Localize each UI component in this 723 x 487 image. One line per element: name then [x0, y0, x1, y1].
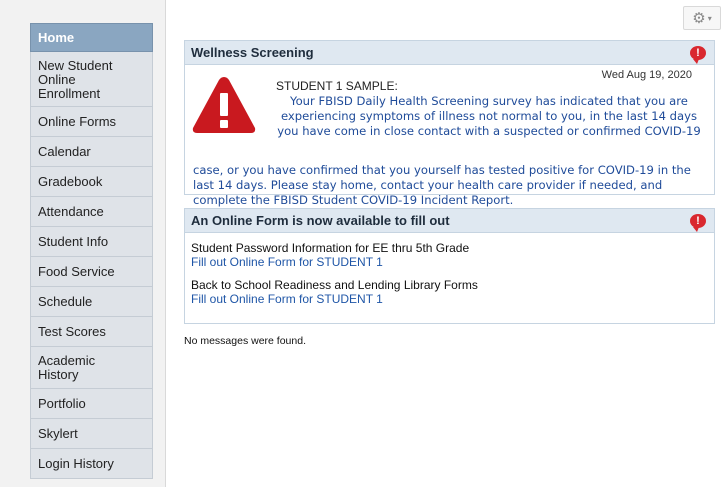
empty-messages-text: No messages were found. [184, 335, 306, 347]
sidebar-item-label: Schedule [38, 293, 93, 309]
message-line: experiencing symptoms of illness not nor… [280, 109, 698, 123]
sidebar-item-label: Portfolio [38, 395, 86, 411]
panel-body: Wed Aug 19, 2020 STUDENT 1 SAMPLE: Your … [185, 65, 714, 207]
sidebar-item-academic-history[interactable]: Academic History [30, 347, 153, 389]
sidebar-item-home[interactable]: Home [30, 23, 153, 52]
settings-menu-button[interactable]: ⚙ ▾ [683, 6, 721, 30]
panel-title: Wellness Screening [191, 45, 314, 60]
fill-out-form-link[interactable]: Fill out Online Form for STUDENT 1 [191, 255, 708, 269]
sidebar-item-skylert[interactable]: Skylert [30, 419, 153, 449]
sidebar-item-login-history[interactable]: Login History [30, 449, 153, 479]
sidebar-item-label: Student Info [38, 233, 109, 249]
sidebar-item-student-info[interactable]: Student Info [30, 227, 153, 257]
sidebar-item-schedule[interactable]: Schedule [30, 287, 153, 317]
panel-header: Wellness Screening ! [185, 41, 714, 65]
sidebar-item-label: Login History [38, 455, 114, 471]
alert-icon: ! [690, 45, 706, 64]
panel-title: An Online Form is now available to fill … [191, 213, 450, 228]
sidebar-item-label: New Student Online Enrollment [38, 58, 113, 101]
list-item: Student Password Information for EE thru… [191, 241, 708, 269]
fill-out-form-link[interactable]: Fill out Online Form for STUDENT 1 [191, 292, 708, 306]
sidebar-item-label: Gradebook [38, 173, 103, 189]
sidebar-item-food-service[interactable]: Food Service [30, 257, 153, 287]
sidebar-nav: Home New Student Online Enrollment Onlin… [30, 23, 153, 479]
sidebar-item-portfolio[interactable]: Portfolio [30, 389, 153, 419]
message-date: Wed Aug 19, 2020 [601, 69, 692, 81]
chevron-down-icon: ▾ [707, 13, 712, 23]
sidebar: Home New Student Online Enrollment Onlin… [0, 0, 166, 487]
gear-icon: ⚙ [692, 10, 706, 27]
alert-icon: ! [690, 213, 706, 232]
form-title: Back to School Readiness and Lending Lib… [191, 278, 478, 292]
message-line: Your FBISD Daily Health Screening survey… [290, 94, 688, 108]
student-name: STUDENT 1 SAMPLE: [276, 79, 398, 93]
warning-icon [192, 77, 256, 133]
sidebar-item-label: Skylert [38, 425, 78, 441]
sidebar-item-label: Home [38, 29, 75, 45]
message-line: you have come in close contact with a su… [277, 124, 701, 138]
online-forms-panel: An Online Form is now available to fill … [184, 208, 715, 324]
wellness-message: STUDENT 1 SAMPLE: Your FBISD Daily Healt… [272, 79, 706, 139]
sidebar-item-label: Calendar [38, 143, 91, 159]
sidebar-item-label: Food Service [38, 263, 115, 279]
list-item: Back to School Readiness and Lending Lib… [191, 278, 708, 306]
sidebar-item-attendance[interactable]: Attendance [30, 197, 153, 227]
message-paragraph: case, or you have confirmed that you you… [193, 163, 691, 207]
wellness-screening-panel: Wellness Screening ! Wed Aug 19, 2020 ST… [184, 40, 715, 207]
sidebar-item-online-forms[interactable]: Online Forms [30, 107, 153, 137]
panel-body: Student Password Information for EE thru… [185, 233, 714, 323]
sidebar-item-label: Academic History [38, 352, 96, 382]
form-title: Student Password Information for EE thru… [191, 241, 470, 255]
sidebar-item-label: Test Scores [38, 323, 106, 339]
sidebar-item-gradebook[interactable]: Gradebook [30, 167, 153, 197]
sidebar-item-calendar[interactable]: Calendar [30, 137, 153, 167]
panel-header: An Online Form is now available to fill … [185, 209, 714, 233]
sidebar-item-test-scores[interactable]: Test Scores [30, 317, 153, 347]
sidebar-item-new-student-online-enrollment[interactable]: New Student Online Enrollment [30, 52, 153, 107]
sidebar-item-label: Attendance [38, 203, 104, 219]
sidebar-item-label: Online Forms [38, 113, 117, 129]
